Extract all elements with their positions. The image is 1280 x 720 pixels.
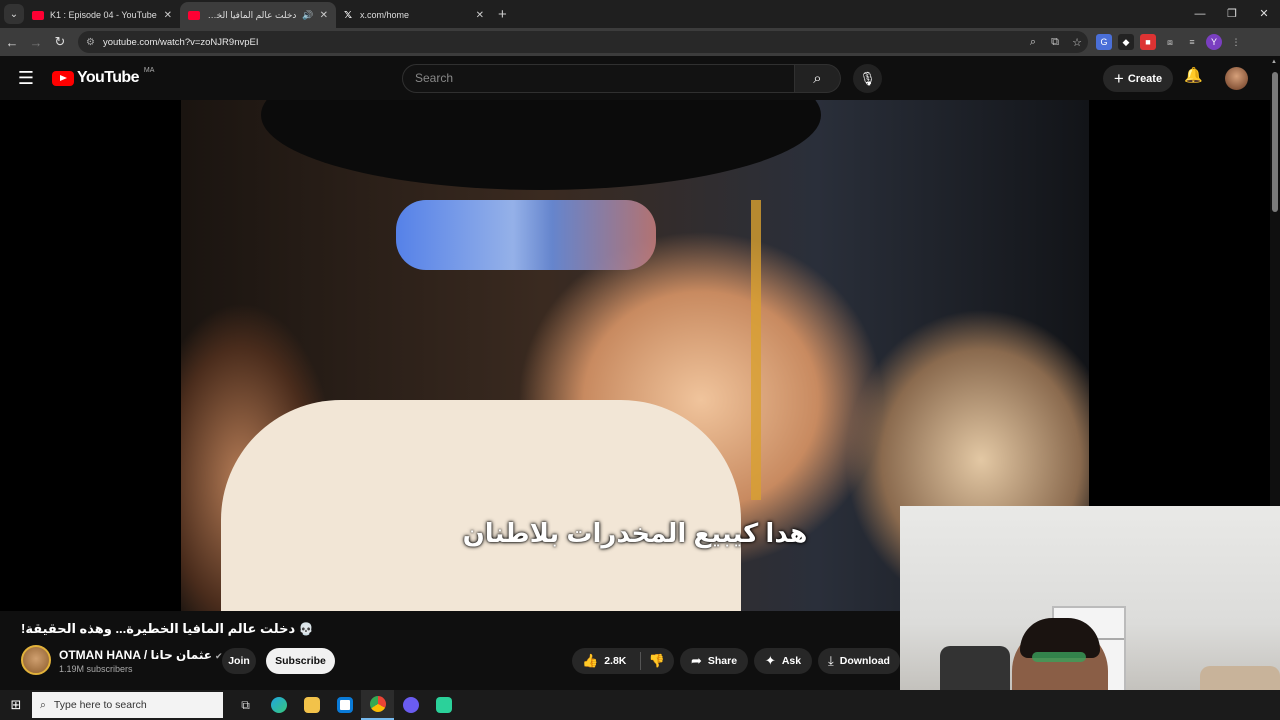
youtube-icon: [188, 10, 200, 20]
video-title-text: دخلت عالم المافيا الخطيرة... وهذه الحقيق…: [21, 621, 296, 636]
install-icon[interactable]: ⧉: [1044, 36, 1066, 49]
site-info-icon[interactable]: ⚙: [86, 37, 95, 48]
back-icon[interactable]: ←: [0, 35, 24, 50]
adblock-extension-icon[interactable]: ■: [1140, 34, 1156, 50]
media-control-icon[interactable]: ≡: [1184, 34, 1200, 50]
search-icon[interactable]: ⌕: [795, 64, 841, 93]
account-avatar[interactable]: [1225, 67, 1248, 90]
like-count[interactable]: 2.8K: [604, 655, 626, 667]
microsoft-store-icon[interactable]: [328, 690, 361, 720]
webcam-scene-glasses: [1032, 652, 1086, 662]
subscriber-count: 1.19M subscribers: [59, 664, 133, 674]
ask-button[interactable]: ✦ Ask: [754, 648, 812, 674]
tab-title: K1 : Episode 04 - YouTube: [50, 10, 157, 20]
taskbar-search-placeholder: Type here to search: [53, 699, 147, 711]
youtube-icon: [32, 10, 44, 20]
extensions-area: G ◆ ■ ⧈ ≡ Y ⋮: [1096, 34, 1244, 50]
plus-icon: +: [1113, 68, 1124, 88]
sparkle-icon: ✦: [764, 653, 776, 668]
browser-tab-strip: ⌄ K1 : Episode 04 - YouTube ✕ دخلت عالم …: [0, 0, 1280, 28]
chrome-icon[interactable]: [361, 690, 394, 720]
youtube-wordmark: YouTube: [77, 69, 139, 86]
share-icon: ➦: [690, 653, 702, 668]
skull-emoji: 💀: [298, 622, 314, 636]
hamburger-menu-icon[interactable]: ☰: [0, 68, 52, 89]
translate-extension-icon[interactable]: G: [1096, 34, 1112, 50]
like-icon[interactable]: 👍: [582, 653, 598, 669]
close-window-icon[interactable]: ✕: [1248, 0, 1280, 28]
windows-start-icon[interactable]: ⊞: [0, 697, 32, 713]
speaker-icon[interactable]: 🔊: [302, 10, 313, 21]
download-label: Download: [839, 655, 890, 667]
restore-icon[interactable]: ❐: [1216, 0, 1248, 28]
tab-mafia-video[interactable]: دخلت عالم المافيا الخطيرة... 🔊 ✕: [180, 2, 336, 28]
extension-icon[interactable]: ◆: [1118, 34, 1134, 50]
minimize-icon[interactable]: —: [1184, 0, 1216, 28]
scroll-up-icon[interactable]: ▲: [1271, 59, 1277, 65]
taskbar-apps: ⧉: [229, 690, 460, 720]
url-text: youtube.com/watch?v=zoNJR9nvpEI: [102, 36, 259, 48]
video-scene-lamp: [751, 200, 761, 500]
search-icon: ⌕: [40, 698, 46, 711]
share-label: Share: [707, 655, 738, 667]
close-icon[interactable]: ✕: [164, 10, 172, 21]
browser-toolbar: ← → ↻ ⚙ youtube.com/watch?v=zoNJR9nvpEI …: [0, 28, 1280, 56]
task-view-icon[interactable]: ⧉: [229, 690, 262, 720]
download-button[interactable]: ⤓ Download: [818, 648, 900, 674]
tab-x-home[interactable]: 𝕏 x.com/home ✕: [336, 2, 492, 28]
search-input[interactable]: Search: [402, 64, 795, 93]
tab-k1-episode[interactable]: K1 : Episode 04 - YouTube ✕: [24, 2, 180, 28]
app-icon[interactable]: [427, 690, 460, 720]
scrollbar-thumb[interactable]: [1272, 72, 1278, 212]
video-info: 💀 دخلت عالم المافيا الخطيرة... وهذه الحق…: [0, 611, 900, 690]
join-button[interactable]: Join: [222, 648, 256, 674]
video-scene-hat: [261, 100, 821, 190]
taskbar-search-input[interactable]: ⌕ Type here to search: [32, 692, 223, 718]
dislike-icon: 👎: [648, 653, 666, 668]
video-title: 💀 دخلت عالم المافيا الخطيرة... وهذه الحق…: [21, 621, 314, 637]
channel-avatar[interactable]: [21, 645, 51, 675]
close-icon[interactable]: ✕: [476, 10, 484, 21]
search-bar: Search ⌕: [402, 64, 841, 93]
forward-icon[interactable]: →: [24, 35, 48, 50]
menu-kebab-icon[interactable]: ⋮: [1228, 34, 1244, 50]
country-code: MA: [143, 66, 155, 74]
create-label: Create: [1127, 72, 1163, 85]
tab-title: x.com/home: [360, 10, 410, 20]
download-icon: ⤓: [828, 653, 834, 668]
puzzle-icon[interactable]: ⧈: [1162, 34, 1178, 50]
zoom-icon[interactable]: ⌕: [1022, 36, 1044, 49]
channel-name-text: OTMAN HANA / عثمان حانا: [59, 648, 212, 662]
edge-browser-icon[interactable]: [262, 690, 295, 720]
x-icon: 𝕏: [344, 9, 353, 21]
close-icon[interactable]: ✕: [320, 10, 328, 21]
windows-taskbar: ⊞ ⌕ Type here to search ⧉: [0, 690, 1280, 720]
channel-name[interactable]: OTMAN HANA / عثمان حانا ✔: [59, 648, 222, 662]
tab-search-button[interactable]: ⌄: [4, 4, 24, 24]
webcam-overlay: [900, 506, 1280, 720]
youtube-logo[interactable]: YouTube MA: [52, 66, 155, 87]
bookmark-star-icon[interactable]: ☆: [1066, 36, 1088, 49]
subscribe-button[interactable]: Subscribe: [266, 648, 335, 674]
new-tab-button[interactable]: +: [498, 6, 507, 23]
share-button[interactable]: ➦ Share: [680, 648, 748, 674]
notifications-bell-icon[interactable]: 🔔: [1184, 66, 1203, 84]
youtube-header: ☰ YouTube MA Search ⌕ 🎙 + Create 🔔: [0, 56, 1270, 100]
ask-label: Ask: [781, 655, 802, 667]
discord-icon[interactable]: [394, 690, 427, 720]
window-controls: — ❐ ✕: [1184, 0, 1280, 28]
video-scene-glasses: [396, 200, 656, 270]
tab-title: دخلت عالم المافيا الخطيرة...: [206, 9, 297, 20]
address-bar[interactable]: ⚙ youtube.com/watch?v=zoNJR9nvpEI ⌕ ⧉ ☆: [78, 31, 1088, 53]
youtube-play-icon: [52, 70, 74, 86]
dislike-button[interactable]: 👎: [640, 648, 674, 674]
reload-icon[interactable]: ↻: [48, 34, 72, 50]
create-button[interactable]: + Create: [1103, 65, 1173, 92]
file-explorer-icon[interactable]: [295, 690, 328, 720]
profile-avatar[interactable]: Y: [1206, 34, 1222, 50]
video-scene-shirt: [221, 400, 741, 611]
microphone-icon[interactable]: 🎙: [853, 64, 882, 93]
